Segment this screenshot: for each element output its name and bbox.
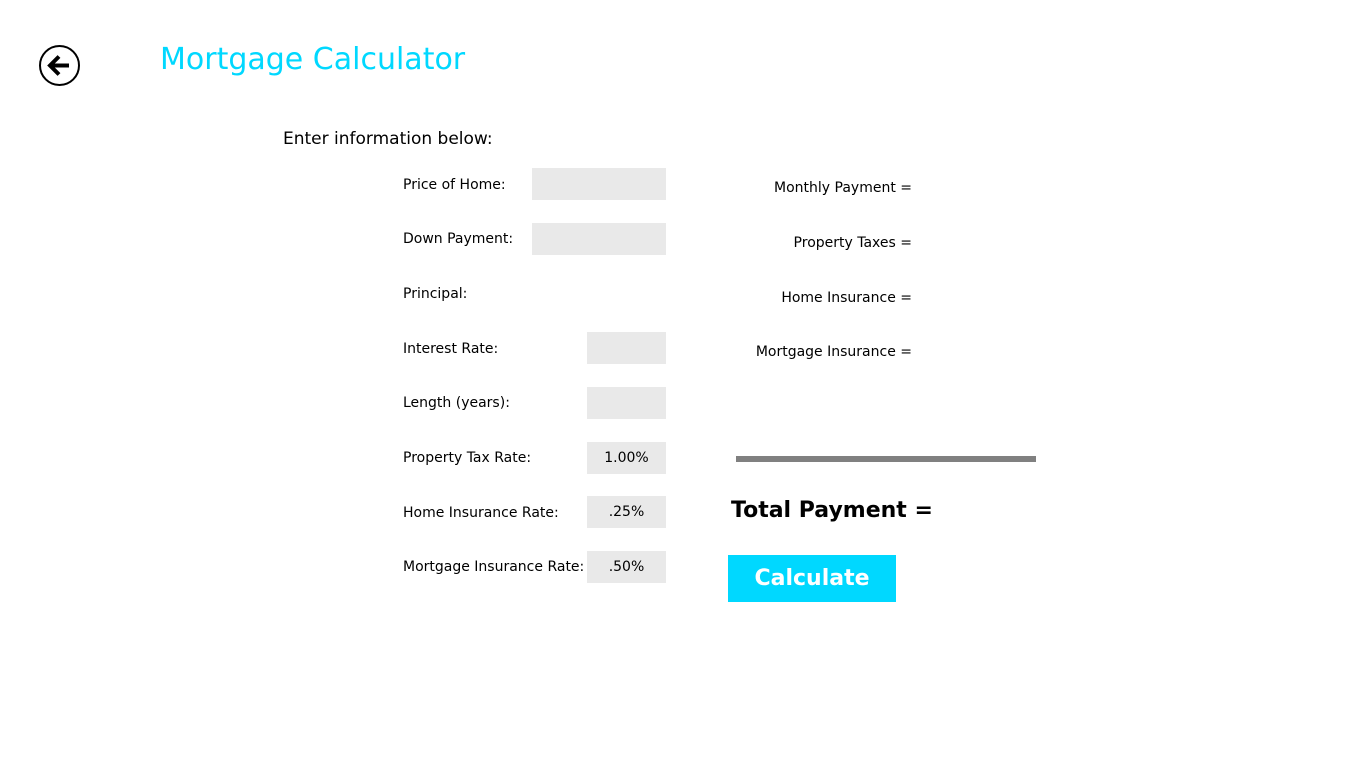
mortgage-insurance-rate-label: Mortgage Insurance Rate:	[403, 559, 585, 575]
total-divider	[736, 456, 1036, 462]
length-years-label: Length (years):	[403, 395, 510, 411]
page-title: Mortgage Calculator	[160, 42, 466, 77]
principal-label: Principal:	[403, 286, 468, 302]
property-taxes-label: Property Taxes =	[793, 235, 912, 251]
interest-rate-label: Interest Rate:	[403, 341, 499, 357]
mortgage-insurance-rate-input[interactable]	[587, 551, 666, 583]
mortgage-calculator-page: Mortgage Calculator Enter information be…	[0, 0, 1366, 768]
interest-rate-input[interactable]	[587, 332, 666, 364]
property-tax-rate-label: Property Tax Rate:	[403, 450, 532, 466]
home-insurance-rate-input[interactable]	[587, 496, 666, 528]
total-payment-label: Total Payment =	[731, 498, 933, 523]
home-insurance-label: Home Insurance =	[781, 290, 912, 306]
property-tax-rate-input[interactable]	[587, 442, 666, 474]
back-arrow-icon	[47, 55, 69, 76]
instructions-text: Enter information below:	[283, 129, 493, 149]
down-payment-label: Down Payment:	[403, 231, 514, 247]
mortgage-insurance-label: Mortgage Insurance =	[755, 344, 912, 360]
back-button[interactable]	[39, 45, 80, 86]
home-insurance-rate-label: Home Insurance Rate:	[403, 505, 559, 521]
monthly-payment-label: Monthly Payment =	[774, 180, 912, 196]
price-of-home-input[interactable]	[532, 168, 666, 200]
down-payment-input[interactable]	[532, 223, 666, 255]
price-of-home-label: Price of Home:	[403, 177, 506, 193]
length-years-input[interactable]	[587, 387, 666, 419]
calculate-button[interactable]: Calculate	[728, 555, 896, 602]
